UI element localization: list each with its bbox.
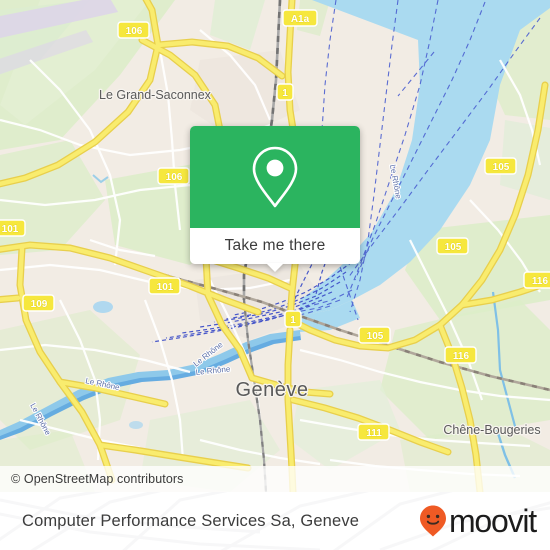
card-pointer-tail: [266, 263, 284, 272]
svg-text:101: 101: [157, 282, 174, 293]
svg-text:106: 106: [126, 26, 143, 37]
place-label-geneve: Genève: [235, 379, 308, 401]
place-card-banner: [190, 126, 360, 228]
svg-text:111: 111: [366, 428, 382, 439]
svg-text:109: 109: [31, 299, 48, 310]
road-shield: 116: [444, 346, 477, 364]
place-label-le-grand-saconnex: Le Grand-Saconnex: [99, 88, 212, 102]
footer-bar: Computer Performance Services Sa, Geneve…: [0, 492, 550, 550]
svg-text:1: 1: [290, 315, 296, 326]
road-shield: 105: [436, 237, 469, 255]
moovit-smile-pin-icon: [419, 505, 446, 537]
road-shield: 106: [117, 21, 150, 39]
road-shield: A1a: [282, 9, 318, 27]
road-shield: 111: [357, 423, 390, 441]
road-shield: 1: [284, 310, 302, 328]
svg-text:1: 1: [282, 88, 288, 99]
road-shield: 105: [484, 157, 517, 175]
road-shield: 101: [148, 277, 181, 295]
road-shield: 116: [523, 271, 550, 289]
svg-text:105: 105: [367, 331, 384, 342]
road-shield: 106: [157, 167, 190, 185]
place-popup-card[interactable]: Take me there: [190, 126, 360, 272]
take-me-there-label: Take me there: [224, 237, 326, 254]
moovit-map-page: Le Rhône Le Rhône Le Rhône Le Rhône Le R…: [0, 0, 550, 550]
road-shield: 101: [0, 219, 26, 237]
footer-content: Computer Performance Services Sa, Geneve…: [0, 492, 550, 550]
svg-text:105: 105: [445, 242, 462, 253]
svg-text:116: 116: [453, 351, 470, 362]
moovit-logo[interactable]: moovit: [418, 503, 537, 539]
svg-text:106: 106: [166, 172, 183, 183]
svg-text:105: 105: [493, 162, 510, 173]
svg-text:A1a: A1a: [291, 14, 310, 25]
take-me-there-button[interactable]: Take me there: [190, 228, 360, 272]
attribution-text: © OpenStreetMap contributors: [11, 472, 184, 486]
map-pin-icon: [252, 146, 298, 208]
map-attribution[interactable]: © OpenStreetMap contributors: [0, 466, 550, 492]
road-shield: 105: [358, 326, 391, 344]
road-shield: 109: [22, 294, 55, 312]
moovit-wordmark: moovit: [448, 503, 537, 539]
svg-text:101: 101: [2, 224, 19, 235]
road-shield: 1: [276, 83, 294, 101]
svg-text:116: 116: [532, 276, 549, 287]
place-label-chene-bougeries: Chêne-Bougeries: [443, 423, 540, 437]
place-title: Computer Performance Services Sa, Geneve: [22, 511, 360, 530]
